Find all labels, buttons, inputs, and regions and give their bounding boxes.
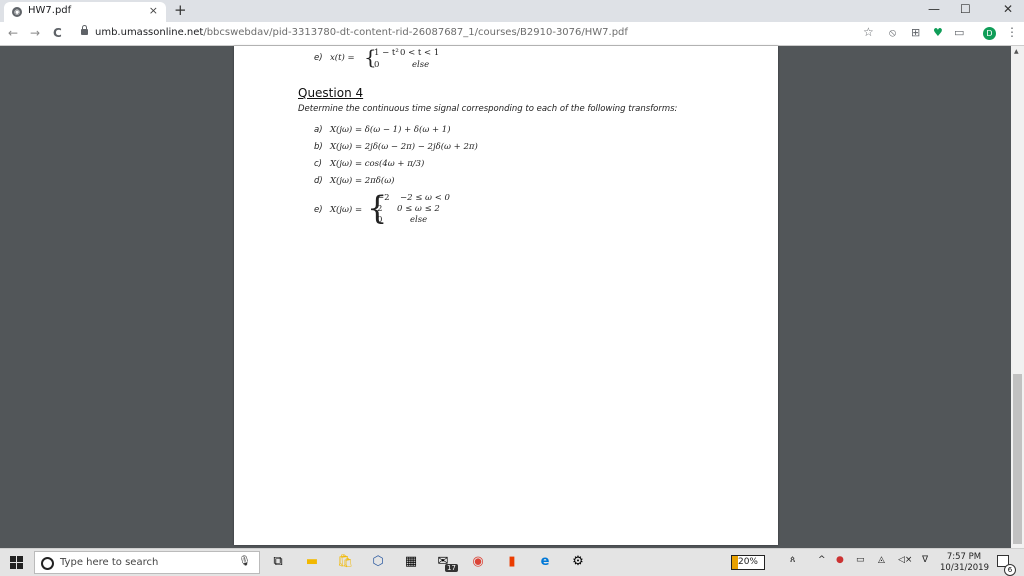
blocker-extension-icon[interactable]: ⦸ xyxy=(889,26,896,40)
language-icon[interactable]: ᐁ xyxy=(922,555,928,565)
cortana-icon xyxy=(41,557,54,570)
clock[interactable]: 7:57 PM 10/31/2019 xyxy=(940,552,989,574)
office-icon[interactable]: ▮ xyxy=(504,554,520,570)
scroll-up-icon[interactable]: ▲ xyxy=(1014,48,1019,55)
volume-icon[interactable]: ◁× xyxy=(898,555,912,565)
url-host: umb.umassonline.net xyxy=(95,27,204,38)
case-expression: 2 xyxy=(377,204,383,214)
browser-menu-icon[interactable]: ⋮ xyxy=(1006,25,1018,39)
item-label: b) xyxy=(314,142,323,152)
security-icon[interactable]: ● xyxy=(836,555,844,565)
case-expression: 0 xyxy=(377,215,383,225)
question-description: Determine the continuous time signal cor… xyxy=(298,104,678,114)
windows-start-icon[interactable] xyxy=(10,556,24,570)
item-label: d) xyxy=(314,176,323,186)
close-window-button[interactable]: ✕ xyxy=(1003,2,1013,16)
back-button[interactable]: ← xyxy=(8,26,18,40)
lock-icon[interactable] xyxy=(81,25,88,35)
display-icon[interactable]: ▭ xyxy=(856,555,865,565)
transform-expression: X(jω) = 2jδ(ω − 2π) − 2jδ(ω + 2π) xyxy=(330,142,478,152)
battery-indicator[interactable]: 20% xyxy=(731,555,765,570)
case-condition: 0 ≤ ω ≤ 2 xyxy=(397,204,440,214)
transform-expression: X(jω) = 2πδ(ω) xyxy=(330,176,395,186)
microphone-icon[interactable]: 🎙 xyxy=(238,556,251,567)
transform-expression: X(jω) = cos(4ω + π/3) xyxy=(330,159,425,169)
chevron-up-icon[interactable]: ^ xyxy=(818,555,826,565)
3d-app-icon[interactable]: ⬡ xyxy=(370,554,386,570)
maximize-button[interactable]: ☐ xyxy=(960,2,971,16)
search-placeholder: Type here to search xyxy=(60,557,159,568)
notification-count: 6 xyxy=(1004,564,1016,576)
item-label: e) xyxy=(314,53,323,63)
chrome-icon[interactable]: ◉ xyxy=(470,554,486,570)
shield-extension-icon[interactable]: ♥ xyxy=(933,26,943,39)
case-expression: −2 xyxy=(377,193,390,203)
case-condition: else xyxy=(410,215,428,225)
globe-icon: ◉ xyxy=(12,7,22,17)
minimize-button[interactable]: — xyxy=(928,2,940,16)
new-tab-button[interactable]: + xyxy=(174,1,187,19)
reload-button[interactable]: C xyxy=(53,26,62,40)
clock-time: 7:57 PM xyxy=(946,552,982,562)
clock-date: 10/31/2019 xyxy=(940,563,989,573)
close-tab-icon[interactable]: × xyxy=(149,4,158,17)
taskbar-search-box[interactable]: Type here to search 🎙 xyxy=(34,551,260,574)
case-condition: −2 ≤ ω < 0 xyxy=(400,193,450,203)
scrollbar-thumb[interactable] xyxy=(1013,374,1022,544)
pdf-viewer: e) x(t) = { 1 − t² 0 < t < 1 0 else Ques… xyxy=(0,46,1024,548)
url-path: /bbcswebdav/pid-3313780-dt-content-rid-2… xyxy=(203,27,628,38)
battery-percent: 20% xyxy=(737,557,758,567)
case-condition: 0 < t < 1 xyxy=(400,48,440,58)
bookmark-star-icon[interactable]: ☆ xyxy=(863,25,874,39)
case-expression: 1 − t² xyxy=(374,48,399,58)
item-label: e) xyxy=(314,205,323,215)
task-view-icon[interactable]: ⧉ xyxy=(270,554,286,570)
calculator-icon[interactable]: ▦ xyxy=(403,554,419,570)
equation-lhs: X(jω) = xyxy=(330,205,363,215)
forward-button[interactable]: → xyxy=(30,26,40,40)
wifi-icon[interactable]: ◬ xyxy=(878,555,885,565)
profile-avatar[interactable]: D xyxy=(983,27,996,40)
item-label: c) xyxy=(314,159,322,169)
tab-hw7-pdf[interactable]: ◉ HW7.pdf × xyxy=(4,2,166,22)
people-icon[interactable]: ጰ xyxy=(790,555,795,565)
tab-title: HW7.pdf xyxy=(28,5,72,16)
equation-lhs: x(t) = xyxy=(330,53,355,63)
settings-gear-icon[interactable]: ⚙ xyxy=(570,554,586,570)
item-label: a) xyxy=(314,125,323,135)
reader-extension-icon[interactable]: ▭ xyxy=(954,26,964,39)
transform-expression: X(jω) = δ(ω − 1) + δ(ω + 1) xyxy=(330,125,451,135)
taskbar: Type here to search 🎙 ⧉ ▬ 🛍 ⬡ ▦ ✉ 17 ◉ ▮… xyxy=(0,548,1024,576)
pdf-page: e) x(t) = { 1 − t² 0 < t < 1 0 else Ques… xyxy=(234,46,778,545)
edge-icon[interactable]: e xyxy=(537,554,553,570)
question-title: Question 4 xyxy=(298,86,364,100)
case-condition: else xyxy=(412,60,430,70)
extension-icon[interactable]: ⊞ xyxy=(911,26,920,39)
file-explorer-icon[interactable]: ▬ xyxy=(304,554,320,570)
mail-badge: 17 xyxy=(445,564,458,572)
scrollbar[interactable]: ▲ xyxy=(1011,46,1024,548)
store-icon[interactable]: 🛍 xyxy=(337,554,354,570)
address-bar[interactable]: umb.umassonline.net/bbcswebdav/pid-33137… xyxy=(95,27,628,38)
browser-toolbar: ← → C umb.umassonline.net/bbcswebdav/pid… xyxy=(0,22,1024,46)
tab-bar: ◉ HW7.pdf × + — ☐ ✕ xyxy=(0,0,1024,22)
case-expression: 0 xyxy=(374,60,380,70)
